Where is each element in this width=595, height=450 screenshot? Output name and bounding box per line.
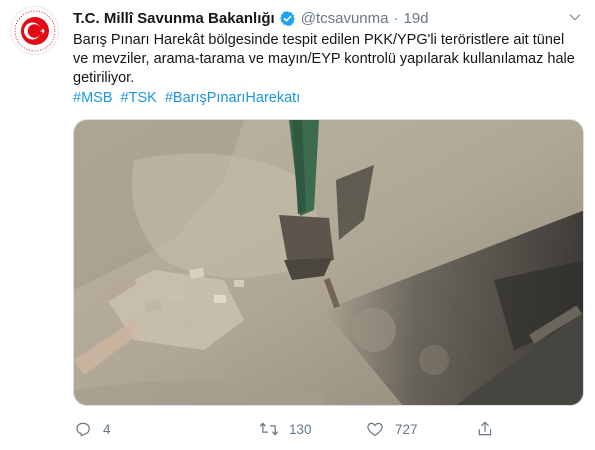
tweet-actions: 4 130 727 [73, 418, 513, 440]
retweet-button[interactable]: 130 [259, 419, 312, 439]
verified-badge-icon [279, 10, 296, 27]
like-button[interactable]: 727 [365, 419, 418, 439]
reply-icon [73, 419, 93, 439]
share-button[interactable] [475, 419, 495, 439]
like-count: 727 [395, 421, 418, 437]
share-icon [475, 419, 495, 439]
reply-count: 4 [103, 421, 111, 437]
author-name[interactable]: T.C. Millî Savunma Bakanlığı [73, 10, 275, 27]
tweet-time[interactable]: 19d [403, 10, 428, 27]
author-handle[interactable]: @tcsavunma [301, 10, 389, 27]
crescent-star-emblem-icon [14, 10, 55, 51]
retweet-count: 130 [289, 421, 312, 437]
tweet-text: Barış Pınarı Harekât bölgesinde tespit e… [73, 32, 575, 86]
avatar[interactable] [10, 6, 59, 55]
separator-dot: · [393, 9, 399, 27]
hashtag-tsk[interactable]: #TSK [121, 90, 157, 106]
chevron-down-icon[interactable] [567, 9, 583, 29]
hashtag-list: #MSB #TSK #BarışPınarıHarekatı [73, 89, 304, 108]
tweet-header: T.C. Millî Savunma Bakanlığı @tcsavunma … [73, 8, 585, 28]
tweet-card[interactable]: T.C. Millî Savunma Bakanlığı @tcsavunma … [0, 0, 595, 450]
hashtag-baris-pinari[interactable]: #BarışPınarıHarekatı [165, 90, 300, 106]
hashtag-msb[interactable]: #MSB [73, 90, 113, 106]
tweet-video[interactable] [73, 119, 584, 406]
heart-icon [365, 419, 385, 439]
retweet-icon [259, 419, 279, 439]
video-frame-excavator-scene [74, 120, 583, 405]
reply-button[interactable]: 4 [73, 419, 111, 439]
